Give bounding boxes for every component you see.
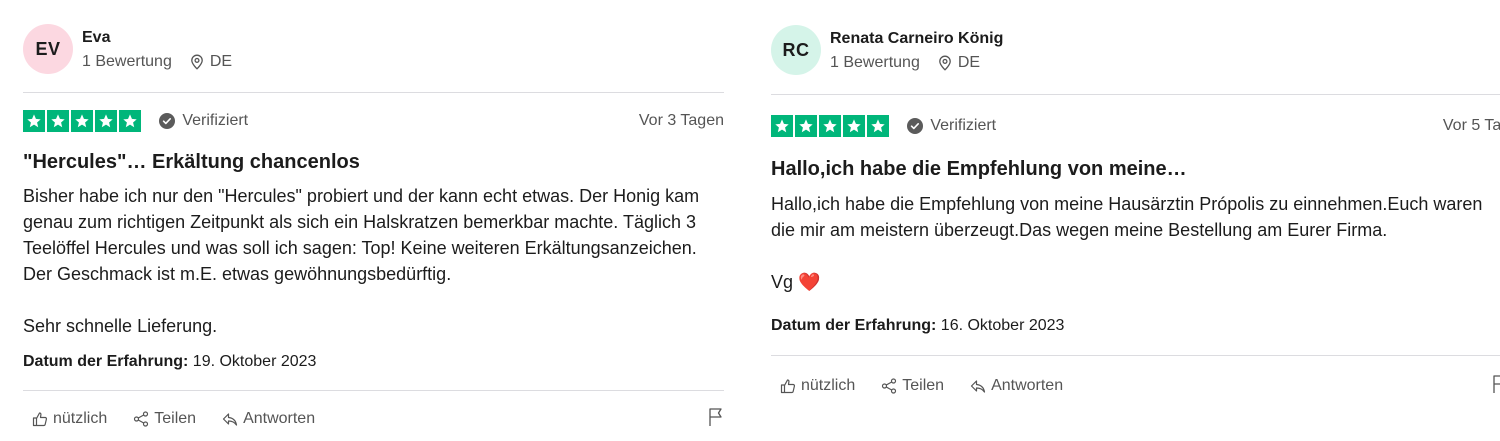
experience-date-value: 19. Oktober 2023 — [192, 353, 317, 370]
rating-row: Verifiziert Vor 3 Tagen — [23, 110, 724, 132]
verified-label: Verifiziert — [930, 117, 997, 134]
reviewer-header: RC Renata Carneiro König 1 Bewertung DE — [771, 25, 1003, 75]
star-icon — [70, 110, 94, 132]
review-actions: nützlich Teilen Antworten — [23, 407, 724, 428]
report-button[interactable] — [708, 407, 724, 432]
reply-button[interactable]: Antworten — [222, 410, 315, 428]
review-paragraph: Hallo,ich habe die Empfehlung von meine … — [771, 194, 1483, 240]
report-button[interactable] — [1492, 374, 1500, 399]
experience-date: Datum der Erfahrung: 19. Oktober 2023 — [23, 353, 316, 371]
divider — [23, 390, 724, 391]
verified-badge[interactable]: Verifiziert — [159, 112, 248, 130]
verified-badge[interactable]: Verifiziert — [907, 117, 996, 135]
star-icon — [842, 115, 866, 137]
check-circle-icon — [907, 118, 924, 134]
share-label: Teilen — [902, 377, 945, 394]
helpful-button[interactable]: nützlich — [780, 377, 855, 395]
review-title[interactable]: "Hercules"… Erkältung chancenlos — [23, 151, 360, 174]
verified-label: Verifiziert — [182, 112, 249, 129]
reply-icon — [970, 380, 986, 393]
avatar[interactable]: RC — [771, 25, 821, 75]
star-icon — [23, 110, 46, 132]
review-count: 1 Bewertung — [82, 52, 172, 70]
location-pin-icon — [190, 54, 203, 70]
star-icon — [818, 115, 842, 137]
review-paragraph: Bisher habe ich nur den "Hercules" probi… — [23, 186, 700, 284]
thumbs-up-icon — [780, 379, 796, 394]
reply-icon — [222, 413, 238, 426]
share-icon — [134, 411, 149, 427]
experience-date: Datum der Erfahrung: 16. Oktober 2023 — [771, 317, 1064, 335]
star-icon — [794, 115, 818, 137]
divider — [23, 92, 724, 93]
review-date: Vor 3 Tagen — [638, 112, 724, 129]
review-count: 1 Bewertung — [830, 53, 920, 71]
review-actions: nützlich Teilen Antworten — [771, 374, 1500, 395]
experience-date-value: 16. Oktober 2023 — [940, 317, 1065, 334]
helpful-label: nützlich — [801, 377, 856, 394]
review-date: Vor 5 Tagen — [1442, 117, 1500, 134]
experience-date-label: Datum der Erfahrung: — [23, 353, 189, 370]
review-paragraph: Sehr schnelle Lieferung. — [23, 316, 218, 336]
divider — [771, 355, 1500, 356]
flag-icon — [709, 407, 722, 426]
review-text: Bisher habe ich nur den "Hercules" probi… — [23, 183, 724, 339]
star-icon — [866, 115, 890, 137]
reply-button[interactable]: Antworten — [970, 377, 1063, 395]
review-card: RC Renata Carneiro König 1 Bewertung DE … — [771, 0, 1500, 441]
review-paragraph: Vg ❤️ — [771, 272, 821, 292]
helpful-label: nützlich — [53, 410, 108, 427]
star-icon — [118, 110, 142, 132]
share-button[interactable]: Teilen — [881, 377, 944, 395]
share-button[interactable]: Teilen — [133, 410, 196, 428]
star-rating — [771, 115, 890, 137]
location-pin-icon — [938, 55, 951, 71]
experience-date-label: Datum der Erfahrung: — [771, 317, 937, 334]
reviewer-name[interactable]: Eva — [82, 28, 232, 48]
reply-label: Antworten — [243, 410, 316, 427]
star-icon — [771, 115, 794, 137]
thumbs-up-icon — [32, 412, 48, 427]
reviewer-country: DE — [957, 53, 981, 71]
helpful-button[interactable]: nützlich — [32, 410, 107, 428]
reviewer-header: EV Eva 1 Bewertung DE — [23, 24, 232, 74]
share-label: Teilen — [154, 410, 197, 427]
rating-row: Verifiziert Vor 5 Tagen — [771, 115, 1500, 137]
reply-label: Antworten — [991, 377, 1064, 394]
reviewer-name[interactable]: Renata Carneiro König — [830, 29, 1003, 49]
reviewer-country: DE — [209, 52, 233, 70]
review-title[interactable]: Hallo,ich habe die Empfehlung von meine… — [771, 158, 1187, 181]
avatar[interactable]: EV — [23, 24, 73, 74]
review-text: Hallo,ich habe die Empfehlung von meine … — [771, 191, 1500, 295]
divider — [771, 94, 1500, 95]
share-icon — [882, 378, 897, 394]
star-icon — [94, 110, 118, 132]
flag-icon — [1493, 374, 1500, 393]
review-card: EV Eva 1 Bewertung DE Verifiziert Vor 3 — [23, 0, 724, 441]
star-rating — [23, 110, 142, 132]
check-circle-icon — [159, 113, 176, 129]
star-icon — [46, 110, 70, 132]
